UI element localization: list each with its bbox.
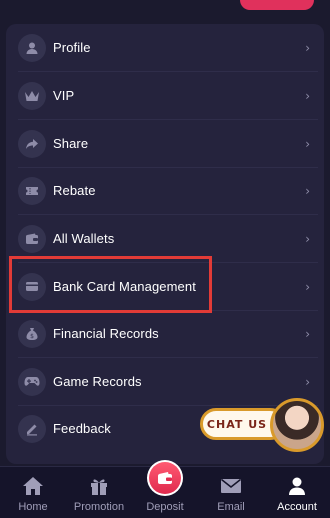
wallet-icon <box>18 224 46 253</box>
chevron-right-icon: › <box>305 183 310 198</box>
chevron-right-icon: › <box>305 40 310 55</box>
chevron-right-icon: › <box>305 326 310 341</box>
gift-icon <box>87 474 111 498</box>
deposit-button[interactable] <box>147 460 183 496</box>
chat-us-label: CHAT US <box>206 417 268 431</box>
menu-item-share[interactable]: Share › <box>6 120 324 167</box>
menu-item-label: Share <box>53 136 89 151</box>
top-strip <box>0 0 330 16</box>
menu-item-bank-card-management[interactable]: Bank Card Management › <box>6 263 324 310</box>
menu-item-label: Financial Records <box>53 326 159 341</box>
svg-text:$: $ <box>30 333 34 340</box>
chevron-right-icon: › <box>305 88 310 103</box>
support-avatar[interactable] <box>270 398 324 452</box>
person-icon <box>18 33 46 62</box>
edit-icon <box>18 414 46 443</box>
home-icon <box>21 474 45 498</box>
card-icon <box>18 272 46 301</box>
menu-item-financial-records[interactable]: $ Financial Records › <box>6 310 324 357</box>
tab-label: Promotion <box>73 501 125 513</box>
tab-label: Account <box>277 501 317 513</box>
menu-item-label: Bank Card Management <box>53 279 196 294</box>
share-icon <box>18 129 46 158</box>
money-bag-icon: $ <box>18 319 46 348</box>
top-action-pill[interactable] <box>240 0 314 10</box>
crown-icon <box>18 81 46 110</box>
gamepad-icon <box>18 367 46 396</box>
tab-email[interactable]: Email <box>198 467 264 518</box>
tab-account[interactable]: Account <box>264 467 330 518</box>
menu-item-label: Profile <box>53 40 91 55</box>
user-icon <box>285 474 309 498</box>
menu-item-label: Game Records <box>53 374 142 389</box>
menu-item-profile[interactable]: Profile › <box>6 24 324 71</box>
tab-label: Deposit <box>146 501 184 513</box>
tab-home[interactable]: Home <box>0 467 66 518</box>
menu-item-label: All Wallets <box>53 231 115 246</box>
chevron-right-icon: › <box>305 374 310 389</box>
menu-item-vip[interactable]: VIP › <box>6 72 324 119</box>
menu-item-label: Feedback <box>53 421 111 436</box>
menu-item-all-wallets[interactable]: All Wallets › <box>6 215 324 262</box>
chevron-right-icon: › <box>305 279 310 294</box>
mail-icon <box>219 474 243 498</box>
menu-item-label: Rebate <box>53 183 96 198</box>
tab-promotion[interactable]: Promotion <box>66 467 132 518</box>
menu-item-label: VIP <box>53 88 75 103</box>
chevron-right-icon: › <box>305 231 310 246</box>
ticket-icon <box>18 176 46 205</box>
tab-label: Email <box>217 501 245 513</box>
wallet-icon <box>149 462 181 494</box>
chat-widget[interactable]: CHAT US <box>200 398 324 452</box>
menu-item-rebate[interactable]: Rebate › <box>6 167 324 214</box>
tab-label: Home <box>18 501 48 513</box>
chevron-right-icon: › <box>305 136 310 151</box>
